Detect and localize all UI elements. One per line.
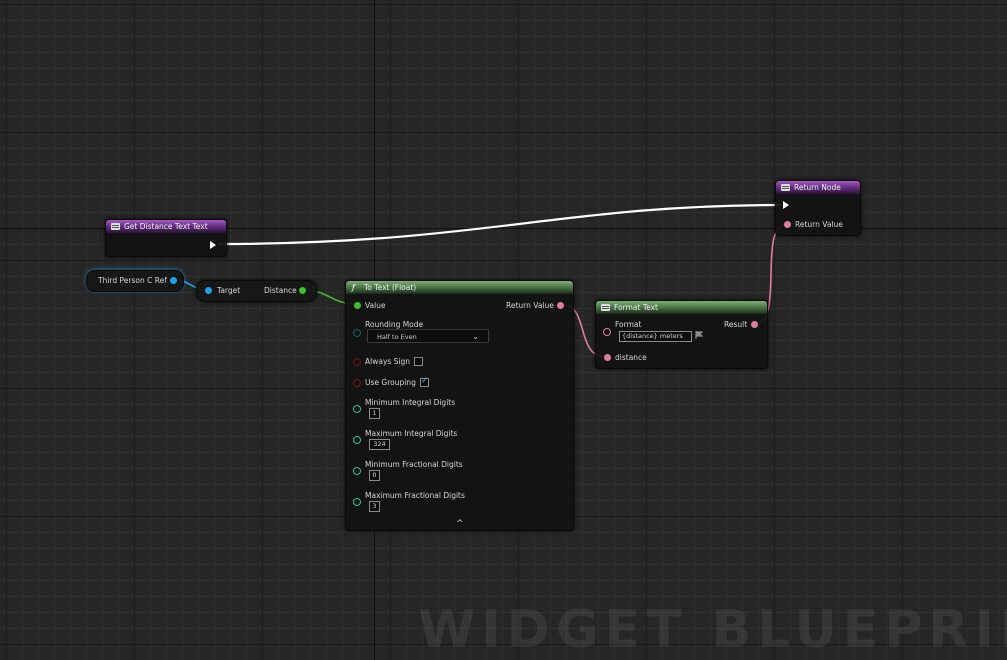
distance-label: Distance — [264, 286, 297, 295]
always-sign-checkbox[interactable] — [414, 357, 423, 366]
function-icon — [781, 184, 790, 191]
result-out-pin[interactable] — [751, 321, 758, 328]
collapse-advanced-arrow-icon[interactable]: ^ — [456, 519, 464, 529]
variable-label: Third Person C Ref — [98, 276, 167, 285]
use-grouping-pin[interactable] — [353, 379, 361, 387]
return-node[interactable]: Return Node Return Value — [775, 180, 861, 236]
format-text-node[interactable]: Format Text Format {distance} meters Res… — [595, 300, 768, 369]
function-icon — [601, 304, 610, 311]
format-input[interactable]: {distance} meters — [619, 331, 692, 342]
exec-in-pin[interactable] — [783, 201, 789, 209]
min-integral-digits-pin[interactable] — [353, 405, 361, 413]
function-icon — [111, 223, 120, 230]
target-label: Target — [217, 286, 241, 295]
result-label: Result — [724, 320, 748, 329]
value-label: Value — [365, 301, 386, 310]
min-fractional-digits-pin[interactable] — [353, 467, 361, 475]
widget-blueprint-watermark: WIDGET BLUEPRINT — [418, 600, 1007, 660]
min-fractional-digits-label: Minimum Fractional Digits — [365, 460, 463, 469]
return-value-label: Return Value — [506, 301, 554, 310]
get-distance-node[interactable]: Target Distance — [196, 280, 317, 302]
to-text-title: To Text (Float) — [364, 283, 417, 292]
rounding-mode-label: Rounding Mode — [365, 320, 424, 329]
variable-out-pin[interactable] — [170, 277, 177, 284]
function-entry-title: Get Distance Text Text — [124, 222, 208, 231]
return-value-label: Return Value — [795, 220, 843, 229]
return-value-out-pin[interactable] — [557, 302, 564, 309]
max-integral-digits-label: Maximum Integral Digits — [365, 429, 458, 438]
flag-icon[interactable] — [695, 331, 704, 339]
to-text-header: ƒ To Text (Float) — [346, 281, 573, 294]
min-integral-digits-input[interactable]: 1 — [369, 408, 380, 419]
distance-in-pin[interactable] — [604, 354, 611, 361]
distance-out-pin[interactable] — [299, 287, 306, 294]
max-integral-digits-pin[interactable] — [353, 436, 361, 444]
use-grouping-checkbox[interactable] — [420, 376, 429, 387]
chevron-down-icon: ⌄ — [472, 332, 479, 341]
rounding-mode-dropdown[interactable]: Half to Even ⌄ — [367, 329, 489, 343]
rounding-mode-pin[interactable] — [353, 329, 361, 337]
third-person-ref-variable-node[interactable]: Third Person C Ref — [86, 270, 184, 292]
exec-wire[interactable] — [217, 203, 782, 246]
use-grouping-label: Use Grouping — [365, 378, 416, 387]
return-node-title: Return Node — [794, 183, 841, 192]
function-entry-node[interactable]: Get Distance Text Text — [105, 219, 227, 257]
min-fractional-digits-input[interactable]: 0 — [369, 470, 380, 481]
format-label: Format — [615, 320, 642, 329]
always-sign-label: Always Sign — [365, 357, 411, 366]
value-in-pin[interactable] — [354, 302, 361, 309]
exec-out-pin[interactable] — [210, 241, 216, 249]
format-text-header: Format Text — [596, 301, 767, 314]
max-fractional-digits-pin[interactable] — [353, 498, 361, 506]
function-f-icon: ƒ — [352, 283, 355, 292]
to-text-float-node[interactable]: ƒ To Text (Float) Value Return Value Rou… — [345, 280, 574, 531]
return-value-pin[interactable] — [784, 221, 791, 228]
return-node-header: Return Node — [776, 181, 860, 194]
max-fractional-digits-input[interactable]: 3 — [369, 501, 380, 512]
format-in-pin[interactable] — [603, 328, 611, 336]
function-entry-header: Get Distance Text Text — [106, 220, 226, 233]
target-pin[interactable] — [205, 287, 212, 294]
format-text-title: Format Text — [614, 303, 658, 312]
max-integral-digits-input[interactable]: 324 — [369, 439, 390, 450]
min-integral-digits-label: Minimum Integral Digits — [365, 398, 456, 407]
max-fractional-digits-label: Maximum Fractional Digits — [365, 491, 465, 500]
rounding-mode-value: Half to Even — [377, 333, 417, 341]
distance-label: distance — [615, 353, 647, 362]
always-sign-pin[interactable] — [353, 358, 361, 366]
